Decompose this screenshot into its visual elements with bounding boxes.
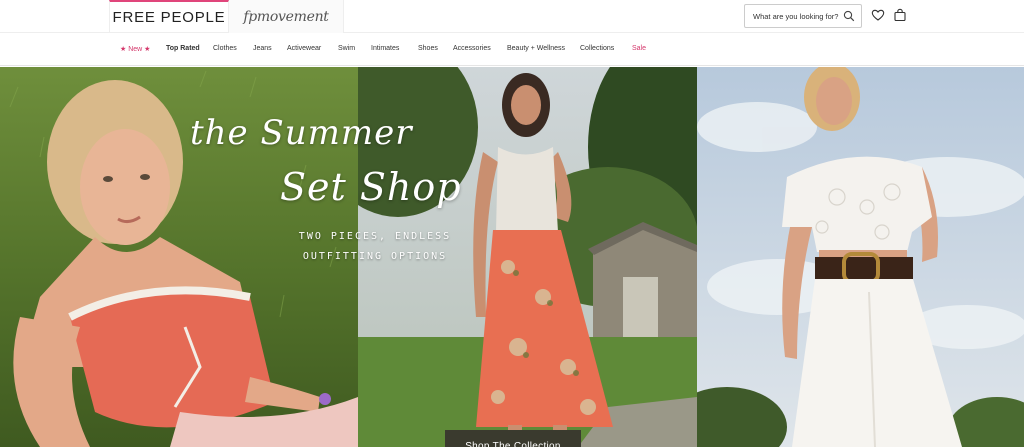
fp-movement-logo: fpmovement <box>243 8 329 25</box>
search-box <box>744 4 862 28</box>
top-header: FREE PEOPLE fpmovement <box>0 0 1024 33</box>
hero-title-line2: Set Shop <box>280 165 462 209</box>
nav-item-swim[interactable]: Swim <box>338 45 355 52</box>
main-nav: ★ New ★ Top Rated Clothes Jeans Activewe… <box>0 33 1024 66</box>
nav-item-jeans[interactable]: Jeans <box>253 45 272 52</box>
nav-item-beauty-wellness[interactable]: Beauty + Wellness <box>507 45 565 52</box>
bag-icon[interactable] <box>893 8 907 22</box>
nav-item-top-rated[interactable]: Top Rated <box>166 45 200 52</box>
nav-item-sale[interactable]: Sale <box>632 45 646 52</box>
nav-item-new[interactable]: ★ New ★ <box>120 45 150 53</box>
nav-item-intimates[interactable]: Intimates <box>371 45 399 52</box>
nav-item-accessories[interactable]: Accessories <box>453 45 491 52</box>
free-people-logo-tab[interactable]: FREE PEOPLE <box>109 0 229 33</box>
free-people-logo: FREE PEOPLE <box>112 9 226 26</box>
heart-icon[interactable] <box>871 8 885 22</box>
hero-image-right <box>697 67 1024 447</box>
hero-banner[interactable]: the Summer Set Shop TWO PIECES, ENDLESS … <box>0 67 1024 447</box>
hero-subtitle: TWO PIECES, ENDLESS OUTFITTING OPTIONS <box>298 231 452 262</box>
search-input[interactable] <box>753 11 841 21</box>
nav-item-activewear[interactable]: Activewear <box>287 45 321 52</box>
fp-movement-logo-tab[interactable]: fpmovement <box>229 0 344 33</box>
nav-item-collections[interactable]: Collections <box>580 45 614 52</box>
search-icon[interactable] <box>843 10 855 22</box>
nav-item-clothes[interactable]: Clothes <box>213 45 237 52</box>
hero-title-line1: the Summer <box>190 113 413 153</box>
shop-collection-button[interactable]: Shop The Collection <box>445 430 581 447</box>
nav-item-shoes[interactable]: Shoes <box>418 45 438 52</box>
